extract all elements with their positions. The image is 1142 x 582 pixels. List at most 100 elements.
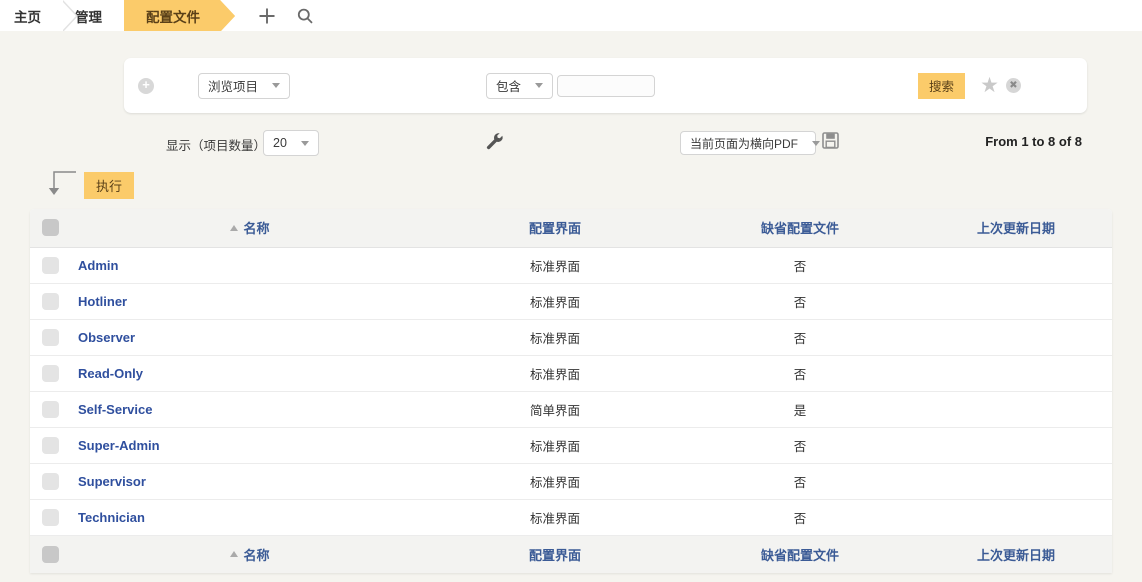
profile-link[interactable]: Observer [78, 330, 135, 345]
row-default-cell: 否 [680, 355, 920, 392]
star-icon[interactable]: ★ [980, 75, 999, 96]
row-name-cell: Supervisor [70, 463, 430, 500]
row-default-cell: 是 [680, 391, 920, 428]
column-footer-updated[interactable]: 上次更新日期 [920, 534, 1112, 573]
breadcrumb-label: 管理 [75, 9, 102, 25]
chevron-down-icon [812, 140, 821, 146]
row-name-cell: Observer [70, 319, 430, 356]
select-all-header[interactable] [30, 209, 70, 248]
execute-button[interactable]: 执行 [84, 172, 135, 199]
page-size-value: 20 [273, 136, 287, 150]
table-footer-row: 名称 配置界面 缺省配置文件 上次更新日期 [30, 534, 1112, 573]
row-ui-cell: 标准界面 [430, 427, 680, 464]
plus-icon[interactable] [254, 3, 280, 29]
row-updated-cell [920, 283, 1112, 320]
profile-link[interactable]: Admin [78, 258, 118, 273]
select-all-checkbox-footer[interactable] [41, 545, 59, 563]
result-counter: From 1 to 8 of 8 [985, 134, 1082, 149]
search-value-input[interactable] [557, 74, 655, 97]
column-footer-ui[interactable]: 配置界面 [430, 534, 680, 573]
column-label: 配置界面 [528, 221, 581, 237]
breadcrumb-label: 配置文件 [146, 9, 200, 25]
row-select-cell[interactable] [30, 427, 70, 464]
table-row: Super-Admin 标准界面否 [30, 427, 1112, 464]
column-header-ui[interactable]: 配置界面 [430, 209, 680, 248]
table-body: Admin 标准界面否 Hotliner 标准界面否 Observer 标准界面否 Read… [30, 247, 1112, 536]
search-field-select[interactable]: 浏览项目 [198, 72, 291, 99]
column-label: 缺省配置文件 [760, 547, 839, 563]
row-updated-cell [920, 391, 1112, 428]
table-row: Technician 标准界面否 [30, 499, 1112, 536]
row-checkbox[interactable] [41, 508, 59, 526]
row-checkbox[interactable] [41, 292, 59, 310]
add-criterion-icon[interactable]: + [138, 77, 154, 94]
wrench-icon[interactable] [484, 130, 506, 157]
search-area: + 浏览项目 包含 搜索 ★ ✖ [0, 31, 1142, 113]
search-button[interactable]: 搜索 [917, 72, 965, 99]
column-header-default[interactable]: 缺省配置文件 [680, 209, 920, 248]
sort-asc-icon [230, 224, 239, 231]
row-select-cell[interactable] [30, 355, 70, 392]
column-label: 配置界面 [528, 547, 581, 563]
profile-link[interactable]: Self-Service [78, 402, 152, 417]
row-ui-cell: 标准界面 [430, 499, 680, 536]
row-default-cell: 否 [680, 463, 920, 500]
search-icon[interactable] [292, 3, 318, 29]
row-checkbox[interactable] [41, 472, 59, 490]
column-label: 名称 [243, 221, 270, 237]
profile-link[interactable]: Super-Admin [78, 438, 160, 453]
profile-link[interactable]: Supervisor [78, 474, 146, 489]
table-row: Supervisor 标准界面否 [30, 463, 1112, 500]
column-label: 缺省配置文件 [760, 221, 839, 237]
table-header-row: 名称 配置界面 缺省配置文件 上次更新日期 [30, 209, 1112, 248]
row-ui-cell: 标准界面 [430, 355, 680, 392]
row-select-cell[interactable] [30, 463, 70, 500]
profile-link[interactable]: Technician [78, 510, 145, 525]
search-condition-select[interactable]: 包含 [486, 72, 554, 99]
select-all-checkbox[interactable] [41, 219, 59, 237]
table-row: Read-Only 标准界面否 [30, 355, 1112, 392]
row-select-cell[interactable] [30, 319, 70, 356]
export-format-value: 当前页面为横向PDF [690, 136, 799, 151]
row-updated-cell [920, 355, 1112, 392]
column-header-updated[interactable]: 上次更新日期 [920, 209, 1112, 248]
row-default-cell: 否 [680, 427, 920, 464]
row-checkbox[interactable] [41, 328, 59, 346]
close-circle-icon[interactable]: ✖ [1006, 78, 1021, 93]
row-default-cell: 否 [680, 283, 920, 320]
sort-asc-icon [230, 551, 239, 558]
column-label: 名称 [243, 547, 270, 563]
row-select-cell[interactable] [30, 499, 70, 536]
row-checkbox[interactable] [41, 256, 59, 274]
floppy-disk-icon[interactable] [822, 132, 839, 154]
row-checkbox[interactable] [41, 436, 59, 454]
column-footer-name[interactable]: 名称 [70, 534, 430, 573]
page-size-select[interactable]: 20 [263, 130, 319, 156]
select-all-footer[interactable] [30, 534, 70, 573]
breadcrumb-item-profiles[interactable]: 配置文件 [124, 0, 235, 31]
column-header-name[interactable]: 名称 [70, 209, 430, 248]
row-select-cell[interactable] [30, 391, 70, 428]
column-footer-default[interactable]: 缺省配置文件 [680, 534, 920, 573]
breadcrumb-item-home[interactable]: 主页 [0, 0, 78, 31]
row-checkbox[interactable] [41, 364, 59, 382]
actions-row: 执行 [0, 166, 1142, 204]
column-label: 上次更新日期 [976, 547, 1055, 563]
row-checkbox[interactable] [41, 400, 59, 418]
profile-link[interactable]: Read-Only [78, 366, 143, 381]
export-format-select[interactable]: 当前页面为横向PDF [680, 131, 821, 155]
profile-link[interactable]: Hotliner [78, 294, 127, 309]
row-name-cell: Hotliner [70, 283, 430, 320]
row-name-cell: Admin [70, 247, 430, 284]
search-condition-value: 包含 [496, 80, 522, 94]
table-header: 名称 配置界面 缺省配置文件 上次更新日期 [30, 209, 1112, 248]
row-select-cell[interactable] [30, 283, 70, 320]
options-row: 显示（项目数量） 20 当前页面为横向PDF From 1 to 8 of 8 [0, 124, 1142, 164]
row-select-cell[interactable] [30, 247, 70, 284]
row-ui-cell: 标准界面 [430, 463, 680, 500]
page-size-label: 显示（项目数量） [166, 139, 267, 153]
tabbar-icons [254, 0, 318, 31]
table-row: Admin 标准界面否 [30, 247, 1112, 284]
row-ui-cell: 标准界面 [430, 247, 680, 284]
row-name-cell: Super-Admin [70, 427, 430, 464]
